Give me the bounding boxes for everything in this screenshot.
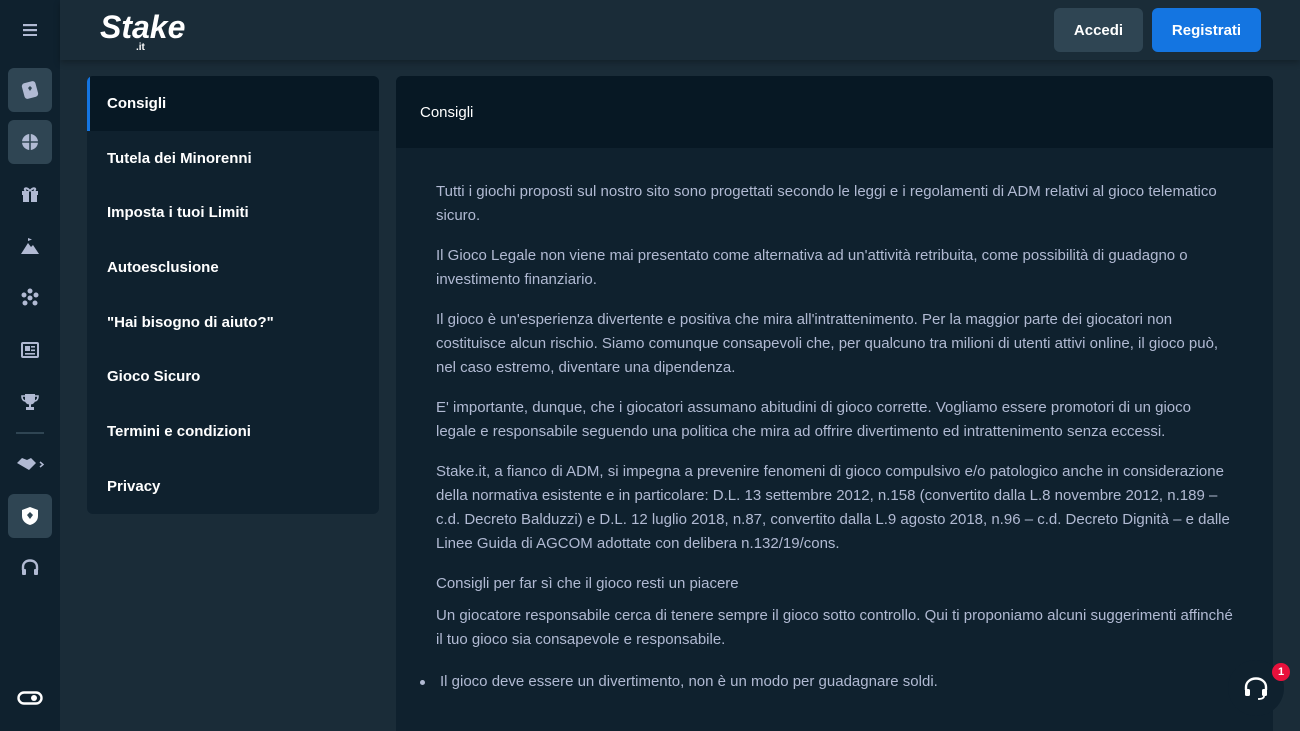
menu-icon[interactable] bbox=[0, 0, 60, 60]
menu-item-gioco-sicuro[interactable]: Gioco Sicuro bbox=[87, 349, 379, 404]
side-menu: Consigli Tutela dei Minorenni Imposta i … bbox=[87, 76, 379, 514]
handshake-icon[interactable] bbox=[8, 442, 52, 486]
tips-list: Il gioco deve essere un divertimento, no… bbox=[416, 670, 1233, 694]
shield-icon[interactable] bbox=[8, 494, 52, 538]
left-rail bbox=[0, 0, 60, 731]
svg-text:.it: .it bbox=[136, 42, 146, 52]
paragraph: Il Gioco Legale non viene mai presentato… bbox=[436, 247, 1188, 288]
gift-icon[interactable] bbox=[8, 172, 52, 216]
list-item: Il gioco deve essere un divertimento, no… bbox=[416, 670, 1233, 694]
mountain-icon[interactable] bbox=[8, 224, 52, 268]
menu-item-privacy[interactable]: Privacy bbox=[87, 459, 379, 514]
rail-divider bbox=[16, 432, 44, 434]
section-subtitle: Consigli per far sì che il gioco resti u… bbox=[436, 575, 739, 592]
trophy-icon[interactable] bbox=[8, 380, 52, 424]
menu-item-imposta-limiti[interactable]: Imposta i tuoi Limiti bbox=[87, 185, 379, 240]
svg-text:Stake: Stake bbox=[100, 9, 185, 45]
paragraph: Un giocatore responsabile cerca di tener… bbox=[436, 607, 1233, 648]
asterisk-icon[interactable] bbox=[8, 276, 52, 320]
headset-icon[interactable] bbox=[8, 546, 52, 590]
vip-icon[interactable] bbox=[8, 676, 52, 720]
paragraph: Tutti i giochi proposti sul nostro sito … bbox=[436, 183, 1217, 224]
stake-logo[interactable]: Stake .it bbox=[98, 6, 188, 53]
news-icon[interactable] bbox=[8, 328, 52, 372]
top-bar: Stake .it Accedi Registrati bbox=[60, 0, 1300, 60]
menu-item-tutela-minorenni[interactable]: Tutela dei Minorenni bbox=[87, 131, 379, 186]
menu-item-termini-condizioni[interactable]: Termini e condizioni bbox=[87, 404, 379, 459]
register-button[interactable]: Registrati bbox=[1152, 8, 1261, 52]
casino-icon[interactable] bbox=[8, 68, 52, 112]
page-title: Consigli bbox=[396, 76, 1273, 148]
content-body: Tutti i giochi proposti sul nostro sito … bbox=[396, 148, 1273, 694]
login-button[interactable]: Accedi bbox=[1054, 8, 1143, 52]
paragraph: Stake.it, a fianco di ADM, si impegna a … bbox=[436, 463, 1230, 552]
menu-item-autoesclusione[interactable]: Autoesclusione bbox=[87, 240, 379, 295]
paragraph: Il gioco è un'esperienza divertente e po… bbox=[436, 311, 1219, 376]
notification-badge: 1 bbox=[1272, 663, 1290, 681]
menu-item-hai-bisogno-aiuto[interactable]: "Hai bisogno di aiuto?" bbox=[87, 295, 379, 350]
menu-item-consigli[interactable]: Consigli bbox=[87, 76, 379, 131]
content-panel: Consigli Tutti i giochi proposti sul nos… bbox=[396, 76, 1273, 731]
sports-icon[interactable] bbox=[8, 120, 52, 164]
headset-icon bbox=[1244, 677, 1268, 700]
paragraph: E' importante, dunque, che i giocatori a… bbox=[436, 399, 1191, 440]
